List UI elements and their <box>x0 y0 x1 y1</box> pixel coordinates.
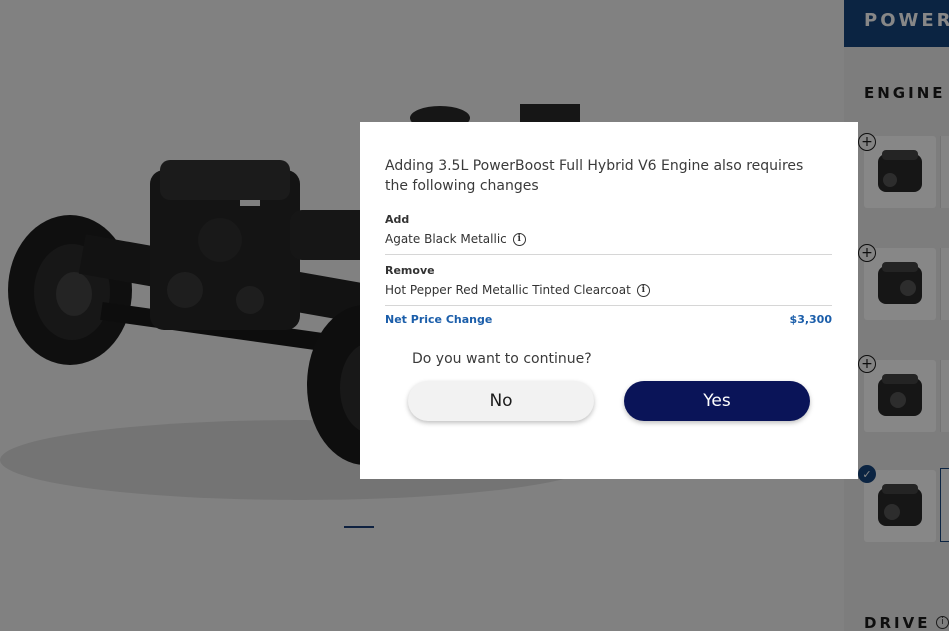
remove-item-label: Hot Pepper Red Metallic Tinted Clearcoat <box>385 283 631 297</box>
yes-button[interactable]: Yes <box>624 381 810 421</box>
net-price-row: Net Price Change $3,300 <box>385 313 832 326</box>
divider <box>385 305 832 306</box>
add-item: Agate Black Metallic i <box>385 232 526 246</box>
add-section-label: Add <box>385 213 410 226</box>
net-price-value: $3,300 <box>789 313 832 326</box>
divider <box>385 254 832 255</box>
net-price-label: Net Price Change <box>385 313 493 326</box>
no-button[interactable]: No <box>408 381 594 421</box>
info-icon[interactable]: i <box>636 283 650 297</box>
info-icon[interactable]: i <box>512 232 526 246</box>
required-changes-dialog: Adding 3.5L PowerBoost Full Hybrid V6 En… <box>360 122 858 479</box>
add-item-label: Agate Black Metallic <box>385 232 507 246</box>
continue-question: Do you want to continue? <box>412 351 592 367</box>
remove-section-label: Remove <box>385 264 435 277</box>
dialog-message: Adding 3.5L PowerBoost Full Hybrid V6 En… <box>385 158 804 194</box>
remove-item: Hot Pepper Red Metallic Tinted Clearcoat… <box>385 283 650 297</box>
